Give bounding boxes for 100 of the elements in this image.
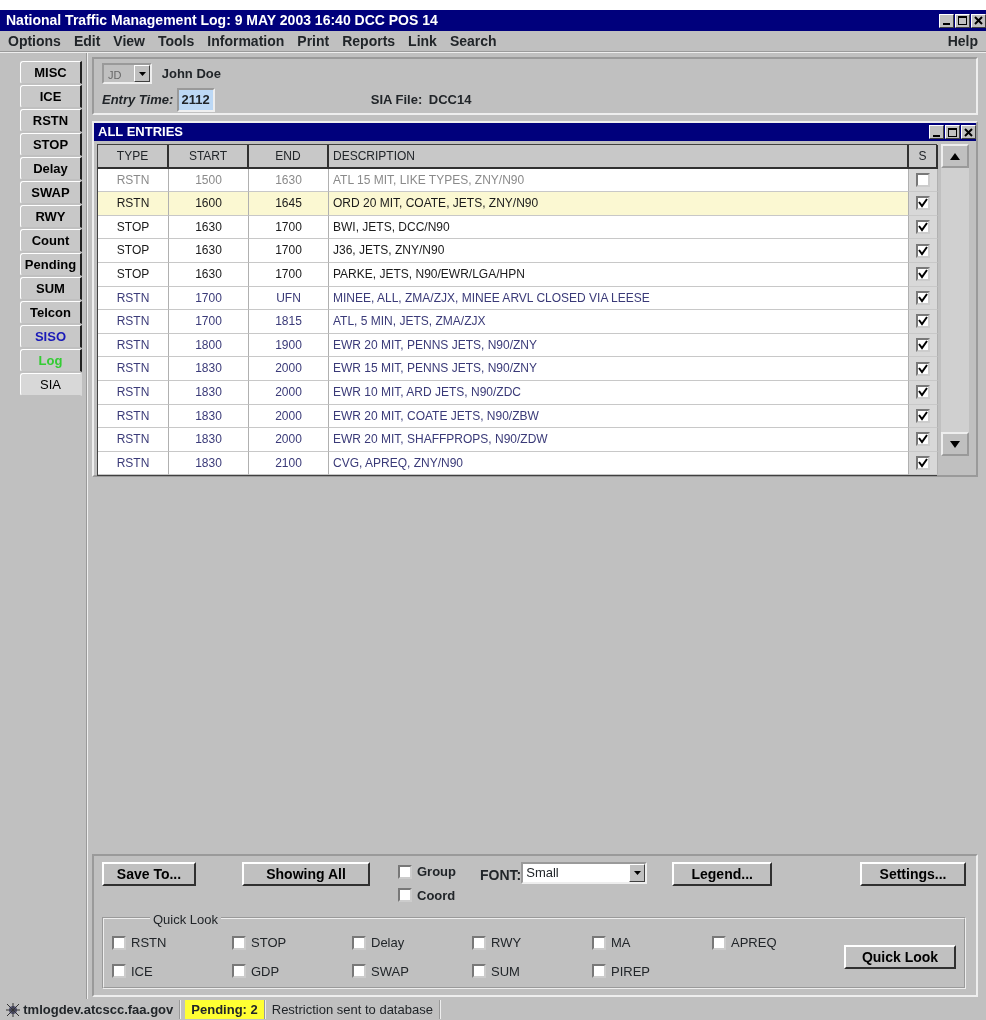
checkbox[interactable] xyxy=(232,964,246,979)
checkbox[interactable] xyxy=(916,456,930,470)
checkbox[interactable] xyxy=(232,935,246,950)
minimize-icon xyxy=(943,23,950,25)
checkbox[interactable] xyxy=(916,361,930,376)
legend-button[interactable]: Legend... xyxy=(672,862,773,886)
menu-item[interactable]: Information xyxy=(203,30,294,52)
checkbox[interactable] xyxy=(916,267,930,282)
table-cell: RSTN xyxy=(98,192,169,216)
checkbox[interactable] xyxy=(352,935,366,950)
checkbox[interactable] xyxy=(352,964,366,979)
checkbox[interactable] xyxy=(592,935,606,950)
checkbox[interactable] xyxy=(592,964,606,979)
table-cell: 2000 xyxy=(249,428,329,452)
menu-item[interactable]: Tools xyxy=(154,30,204,52)
sidebar-tab[interactable]: STOP xyxy=(20,133,82,156)
sidebar-tab[interactable]: SISO xyxy=(20,325,82,348)
checkbox-label: APREQ xyxy=(731,934,777,952)
sidebar-tab[interactable]: RSTN xyxy=(20,109,82,132)
save-button[interactable]: Save To... xyxy=(102,862,196,886)
sidebar-tab[interactable]: RWY xyxy=(20,205,82,228)
table-cell: 1700 xyxy=(249,239,329,263)
minimize-button[interactable] xyxy=(939,13,954,28)
table-cell: 1830 xyxy=(169,428,249,452)
checkbox[interactable] xyxy=(916,338,930,353)
maximize-button[interactable] xyxy=(955,13,970,28)
sidebar-tab[interactable]: Telcon xyxy=(20,301,82,324)
option-label: Group xyxy=(417,863,456,881)
close-button[interactable] xyxy=(961,125,976,139)
sidebar-tab[interactable]: SWAP xyxy=(20,181,82,204)
entry-time-field[interactable]: 2112 xyxy=(176,88,215,112)
column-header[interactable]: DESCRIPTION xyxy=(329,145,909,169)
sidebar-tab[interactable]: Delay xyxy=(20,157,82,180)
checkbox[interactable] xyxy=(916,385,930,400)
minimize-button[interactable] xyxy=(929,125,944,139)
table-cell: 1630 xyxy=(169,239,249,263)
table-cell: J36, JETS, ZNY/N90 xyxy=(329,239,909,263)
quick-look-button[interactable]: Quick Look xyxy=(844,945,956,969)
settings-button[interactable]: Settings... xyxy=(860,862,966,886)
table-cell: ORD 20 MIT, COATE, JETS, ZNY/N90 xyxy=(329,192,909,216)
checkbox[interactable] xyxy=(398,888,412,903)
table-cell: 1830 xyxy=(169,357,249,381)
checkbox-label: GDP xyxy=(251,962,280,981)
checkbox-label: STOP xyxy=(251,934,287,952)
sidebar-tab[interactable]: ICE xyxy=(20,85,82,108)
caret-icon xyxy=(633,871,641,875)
close-button[interactable] xyxy=(971,13,986,28)
table-cell: 2000 xyxy=(249,357,329,381)
table-cell: 1830 xyxy=(169,451,249,476)
sidebar-tab[interactable]: SIA xyxy=(20,373,82,396)
checkbox[interactable] xyxy=(916,220,930,235)
host-name: tmlogdev.atcscc.faa.gov xyxy=(23,1001,174,1019)
checkbox[interactable] xyxy=(398,864,412,879)
menu-item[interactable]: Link xyxy=(404,30,446,52)
maximize-icon xyxy=(947,126,958,138)
table-cell: EWR 10 MIT, ARD JETS, N90/ZDC xyxy=(329,380,909,405)
checkbox[interactable] xyxy=(712,935,726,950)
showing-all-button[interactable]: Showing All xyxy=(242,862,370,886)
column-header[interactable]: END xyxy=(249,145,329,169)
menu-item[interactable]: Print xyxy=(293,30,339,52)
table-cell: ATL, 5 MIN, JETS, ZMA/ZJX xyxy=(329,310,909,334)
menu-item[interactable]: Search xyxy=(445,30,506,52)
checkbox-label: SWAP xyxy=(371,962,409,981)
column-header[interactable]: TYPE xyxy=(98,145,169,169)
checkbox-label: RWY xyxy=(491,934,522,952)
close-icon xyxy=(963,126,974,138)
checkbox[interactable] xyxy=(916,290,930,305)
menu-item[interactable]: Reports xyxy=(338,30,405,52)
scroll-up-button[interactable] xyxy=(941,144,969,168)
scroll-down-button[interactable] xyxy=(941,432,969,456)
menu-item[interactable]: Edit xyxy=(69,30,110,52)
checkbox[interactable] xyxy=(472,964,486,979)
checkbox[interactable] xyxy=(916,408,930,423)
menu-item[interactable]: View xyxy=(109,30,154,52)
entry-time-label: Entry Time: xyxy=(102,91,174,109)
menu-item[interactable]: Help xyxy=(943,30,978,52)
column-header[interactable]: START xyxy=(169,145,249,169)
table-cell: CVG, APREQ, ZNY/N90 xyxy=(329,451,909,476)
column-header[interactable]: S xyxy=(909,145,938,169)
checkbox[interactable] xyxy=(916,172,930,187)
table-cell: RSTN xyxy=(98,428,169,452)
checkbox[interactable] xyxy=(916,314,930,329)
status-message: Restriction sent to database xyxy=(265,1000,441,1019)
sidebar-tab[interactable]: MISC xyxy=(20,61,82,84)
table-cell: 1815 xyxy=(249,310,329,334)
checkbox[interactable] xyxy=(112,964,126,979)
menu-item[interactable]: Options xyxy=(4,30,70,52)
sidebar-tab[interactable]: Count xyxy=(20,229,82,252)
checkbox[interactable] xyxy=(112,935,126,950)
checkbox[interactable] xyxy=(916,432,930,447)
close-icon xyxy=(973,15,984,26)
checkbox[interactable] xyxy=(472,935,486,950)
font-dropdown[interactable]: Small xyxy=(521,862,648,884)
checkbox[interactable] xyxy=(916,243,930,258)
sidebar-tab[interactable]: Pending xyxy=(20,253,82,276)
checkbox[interactable] xyxy=(916,196,930,211)
table-cell: STOP xyxy=(98,239,169,263)
table-cell: RSTN xyxy=(98,310,169,334)
sidebar-tab[interactable]: SUM xyxy=(20,277,82,300)
maximize-button[interactable] xyxy=(945,125,960,139)
